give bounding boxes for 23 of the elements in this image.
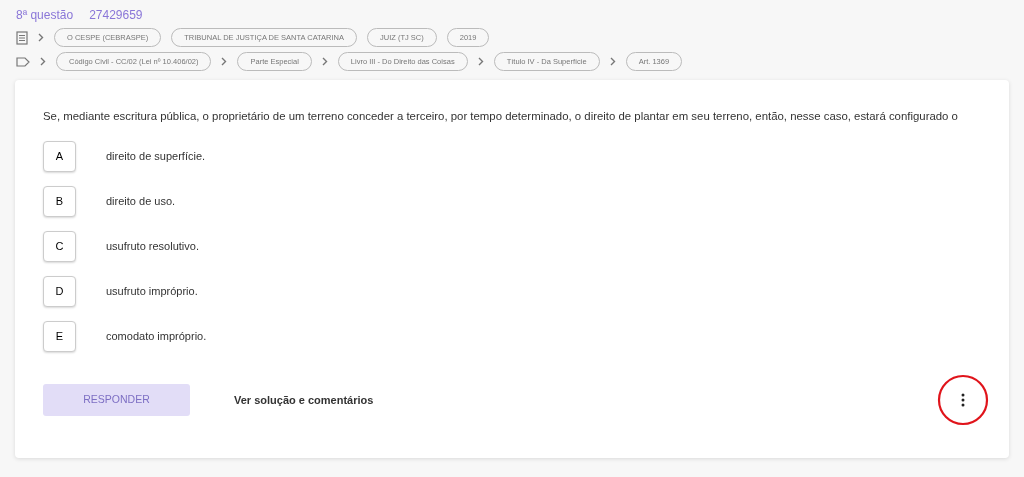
option-letter-button[interactable]: B [43, 186, 76, 218]
question-id: 27429659 [89, 7, 143, 24]
option-text[interactable]: direito de superfície. [106, 148, 206, 165]
option-text[interactable]: comodato impróprio. [106, 328, 207, 345]
option-text[interactable]: usufruto resolutivo. [106, 238, 199, 255]
chevron-icon [477, 57, 484, 66]
option-text[interactable]: usufruto impróprio. [106, 283, 198, 300]
chevron-icon [40, 57, 46, 66]
question-statement: Se, mediante escritura pública, o proprietário de um terreno conceder a terceiro, por tempo determinado, o direito de plantar em seu terreno, então, nesse caso, estará configurado o [43, 109, 959, 124]
document-icon [16, 30, 28, 45]
more-menu-icon[interactable] [961, 393, 965, 408]
solution-link[interactable]: Ver solução e comentários [234, 391, 374, 409]
option-letter-button[interactable]: E [43, 321, 76, 353]
chevron-icon [38, 33, 44, 42]
option-letter-button[interactable]: D [43, 276, 76, 308]
chevron-icon [609, 57, 616, 66]
tag-icon [16, 56, 30, 67]
chevron-icon [321, 57, 328, 66]
option-text[interactable]: direito de uso. [106, 193, 176, 210]
option-letter-button[interactable]: C [43, 231, 76, 263]
option-letter-button[interactable]: A [43, 141, 76, 173]
question-number: 8ª questão [16, 7, 74, 24]
chevron-icon [221, 57, 228, 66]
